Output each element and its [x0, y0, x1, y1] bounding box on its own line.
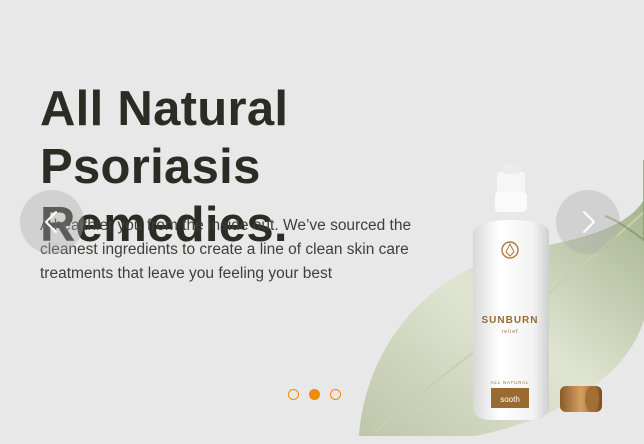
- previous-slide-button[interactable]: [20, 190, 84, 254]
- slide-dot-2[interactable]: [309, 389, 320, 400]
- product-brand: sooth: [500, 395, 520, 404]
- product-name: SUNBURN: [482, 315, 539, 326]
- hero-slider: SUNBURN relief ALL NATURAL sooth All Nat…: [0, 0, 644, 444]
- chevron-right-icon: [583, 211, 595, 233]
- chevron-left-icon: [45, 211, 57, 233]
- hero-description: A healthier you from the inside out. We’…: [40, 217, 412, 282]
- product-subname: relief: [502, 329, 519, 335]
- slide-dot-3[interactable]: [330, 389, 341, 400]
- slide-pagination: [288, 389, 341, 400]
- product-tag: ALL NATURAL: [491, 380, 530, 385]
- slide-dot-1[interactable]: [288, 389, 299, 400]
- next-slide-button[interactable]: [556, 190, 620, 254]
- hero-headline-line1: All Natural Psoriasis: [40, 82, 289, 194]
